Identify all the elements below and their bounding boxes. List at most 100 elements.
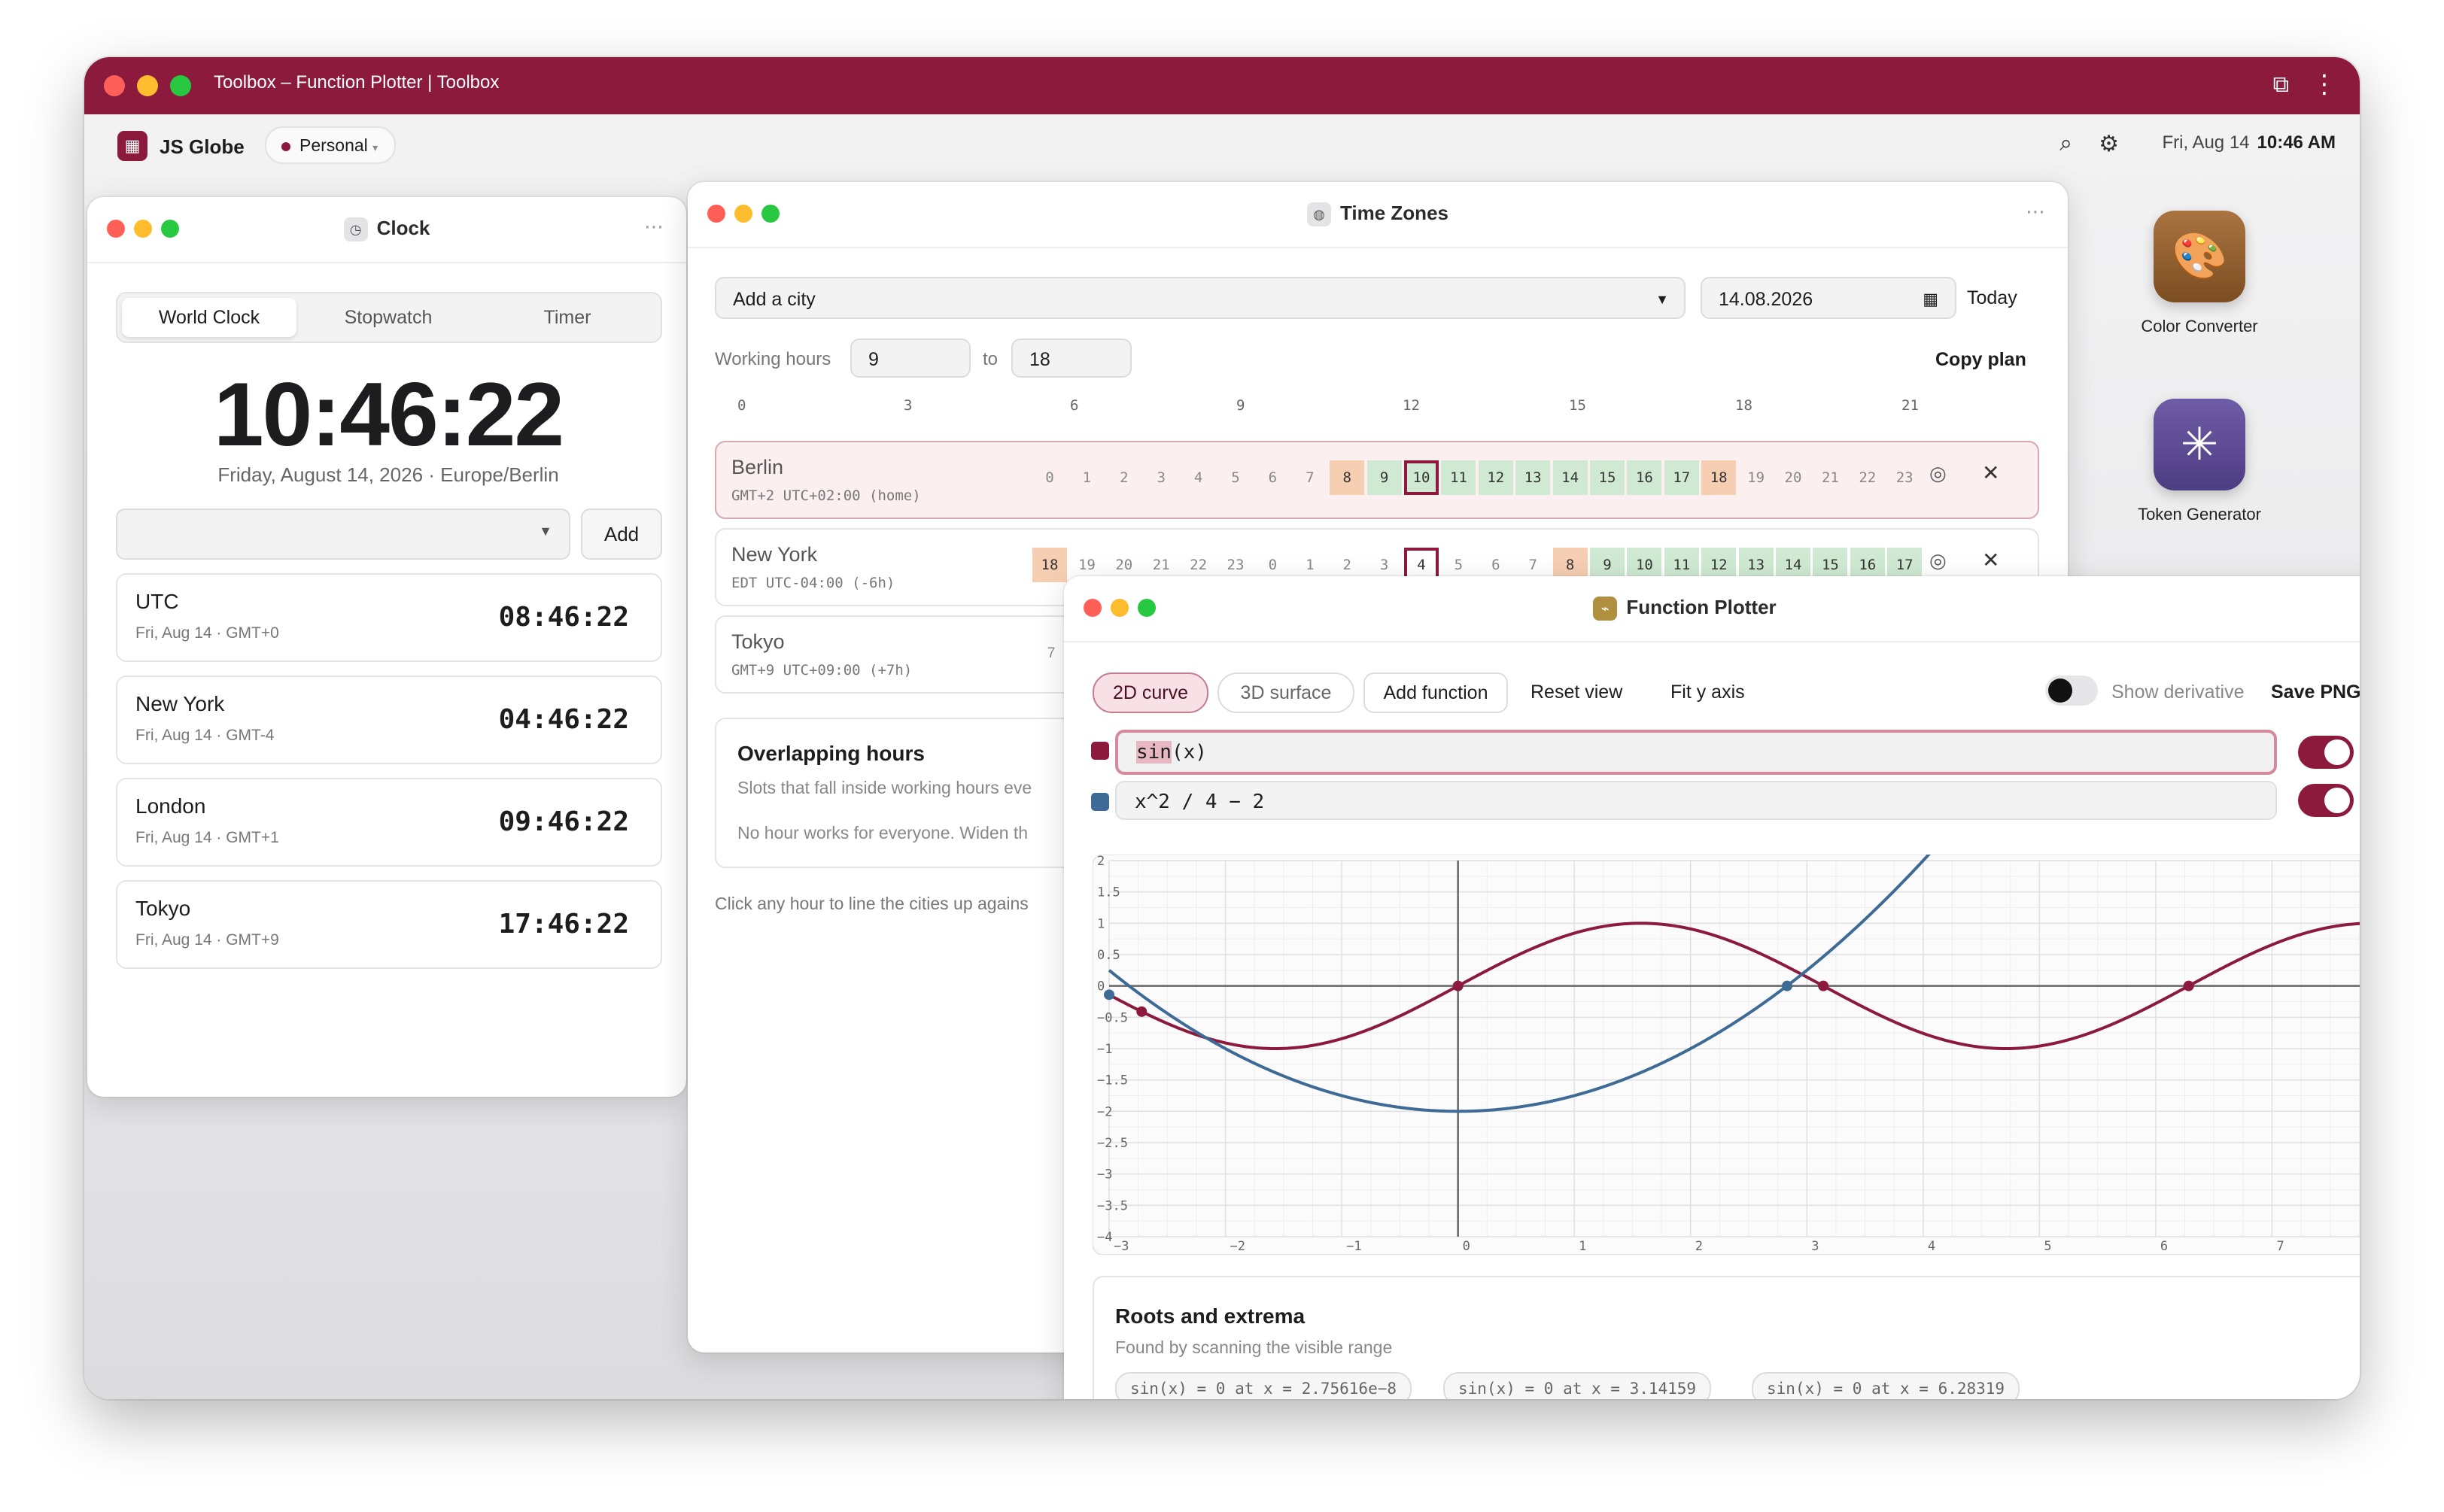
hour-cell[interactable]: 0 — [1032, 460, 1067, 495]
axis-tick-label: 21 — [1901, 397, 1919, 414]
save-png-button[interactable]: Save PNG — [2271, 682, 2360, 703]
panel-menu-icon[interactable]: ⋯ — [644, 215, 664, 238]
city-card[interactable]: London Fri, Aug 14 · GMT+1 09:46:22 — [116, 778, 662, 867]
desktop-icon-label[interactable]: Token Generator — [2124, 504, 2275, 525]
hour-cell[interactable]: 15 — [1590, 460, 1625, 495]
hour-cell[interactable]: 11 — [1441, 460, 1476, 495]
function-plotter-panel: ⌁ Function Plotter 2D curve 3D surface Ad… — [1064, 576, 2360, 1399]
clock-panel: ◷ Clock ⋯ World Clock Stopwatch Timer 10:… — [87, 197, 686, 1097]
more-menu-icon[interactable]: ⋮ — [2312, 69, 2337, 99]
hour-cell[interactable]: 13 — [1515, 460, 1551, 495]
city-card[interactable]: UTC Fri, Aug 14 · GMT+0 08:46:22 — [116, 573, 662, 662]
hour-cell[interactable]: 23 — [1887, 460, 1922, 495]
plot-point — [1452, 980, 1464, 991]
desktop-icon-label[interactable]: Color Converter — [2124, 316, 2275, 337]
maximize-window-button[interactable] — [170, 75, 191, 96]
hour-cell[interactable]: 9 — [1366, 460, 1402, 495]
city-select[interactable]: ▼ — [116, 509, 570, 560]
hour-cell[interactable]: 14 — [1552, 460, 1588, 495]
hour-cell[interactable]: 10 — [1404, 460, 1439, 495]
working-hours-to-input[interactable]: 18 — [1011, 339, 1132, 378]
app-grid-icon[interactable]: ▦ — [117, 131, 147, 161]
function-input[interactable]: x^2 / 4 − 2 — [1115, 781, 2277, 820]
panel-title: ⌁ Function Plotter — [1064, 596, 2306, 621]
globe-icon: ◍ — [1306, 202, 1331, 227]
hour-cell[interactable]: 2 — [1107, 460, 1141, 495]
palette-icon[interactable]: 🎨 — [2154, 211, 2245, 302]
working-hours-from-input[interactable]: 9 — [850, 339, 971, 378]
plot-point — [1782, 980, 1792, 991]
tab-timer[interactable]: Timer — [480, 298, 655, 337]
fit-y-button[interactable]: Fit y axis — [1670, 682, 1745, 703]
hour-cell[interactable]: 21 — [1813, 460, 1847, 495]
axis-tick-label: 15 — [1569, 397, 1586, 414]
root-chip[interactable]: sin(x) = 0 at x = 3.14159 — [1443, 1372, 1712, 1399]
today-button[interactable]: Today — [1967, 287, 2017, 309]
function-plot[interactable]: −3−2−101234567821.510.50−0.5−1−1.5−2−2.5… — [1093, 855, 2360, 1255]
hour-cell[interactable]: 17 — [1664, 460, 1699, 495]
plot-point — [1818, 980, 1829, 991]
reset-view-button[interactable]: Reset view — [1531, 682, 1622, 703]
root-chip[interactable]: sin(x) = 0 at x = 6.28319 — [1752, 1372, 2020, 1399]
search-icon[interactable]: ⌕ — [2059, 131, 2072, 156]
app-window: Toolbox – Function Plotter | Toolbox ⧉ ⋮… — [84, 57, 2360, 1399]
hour-cell[interactable]: 8 — [1330, 460, 1365, 495]
x-tick-label: −2 — [1230, 1239, 1245, 1254]
function-color-swatch[interactable] — [1091, 793, 1109, 811]
hour-cell[interactable]: 16 — [1627, 460, 1662, 495]
open-external-icon[interactable]: ⧉ — [2273, 72, 2289, 98]
x-tick-label: 0 — [1463, 1239, 1470, 1254]
profile-selector[interactable]: Personal ▾ — [265, 126, 397, 164]
hour-cell[interactable]: 22 — [1850, 460, 1885, 495]
copy-plan-button[interactable]: Copy plan — [1935, 349, 2026, 371]
y-tick-label: 0 — [1097, 979, 1105, 994]
derivative-toggle[interactable] — [2045, 676, 2098, 706]
target-icon[interactable]: ◎ — [1929, 549, 1947, 572]
target-icon[interactable]: ◎ — [1929, 462, 1947, 485]
timezone-row-berlin[interactable]: Berlin GMT+2 UTC+02:00 (home) 01234567891… — [715, 441, 2039, 519]
add-function-button[interactable]: Add function — [1363, 673, 1508, 713]
tab-world-clock[interactable]: World Clock — [122, 298, 296, 337]
hour-cell[interactable]: 20 — [1776, 460, 1810, 495]
panel-header: ⌁ Function Plotter — [1064, 576, 2360, 642]
x-tick-label: 3 — [1811, 1239, 1819, 1254]
mode-3d-button[interactable]: 3D surface — [1217, 673, 1354, 713]
add-city-select[interactable]: Add a city ▼ — [715, 277, 1686, 319]
hour-cell[interactable]: 4 — [1181, 460, 1216, 495]
hour-cell[interactable]: 5 — [1218, 460, 1253, 495]
gear-icon[interactable]: ⚙ — [2099, 131, 2119, 157]
city-card[interactable]: Tokyo Fri, Aug 14 · GMT+9 17:46:22 — [116, 880, 662, 969]
close-window-button[interactable] — [104, 75, 125, 96]
hour-cell[interactable]: 3 — [1144, 460, 1178, 495]
tab-stopwatch[interactable]: Stopwatch — [301, 298, 476, 337]
chevron-down-icon: ▼ — [1655, 292, 1669, 307]
date-input[interactable]: 14.08.2026 ▦ — [1701, 277, 1956, 319]
panel-menu-icon[interactable]: ⋯ — [2026, 200, 2045, 223]
function-enabled-toggle[interactable] — [2298, 736, 2354, 769]
asterisk-icon[interactable]: ✳ — [2154, 399, 2245, 490]
add-city-button[interactable]: Add — [581, 509, 662, 560]
hour-cell[interactable]: 6 — [1255, 460, 1290, 495]
city-card[interactable]: New York Fri, Aug 14 · GMT-4 04:46:22 — [116, 676, 662, 764]
function-input[interactable]: sin(x) — [1115, 730, 2277, 775]
x-tick-label: 6 — [2160, 1239, 2168, 1254]
minimize-window-button[interactable] — [137, 75, 158, 96]
root-chip[interactable]: sin(x) = 0 at x = 2.75616e−8 — [1115, 1372, 1412, 1399]
hour-cell[interactable]: 12 — [1478, 460, 1513, 495]
close-icon[interactable]: ✕ — [1982, 548, 1999, 572]
hour-cell[interactable]: 18 — [1701, 460, 1737, 495]
hour-cell[interactable]: 1 — [1069, 460, 1104, 495]
axis-tick-label: 0 — [737, 397, 746, 414]
hour-cell[interactable]: 18 — [1032, 548, 1067, 582]
function-enabled-toggle[interactable] — [2298, 784, 2354, 817]
mode-2d-button[interactable]: 2D curve — [1093, 673, 1208, 713]
close-icon[interactable]: ✕ — [1982, 460, 1999, 485]
title-bar: Toolbox – Function Plotter | Toolbox ⧉ ⋮ — [84, 57, 2360, 114]
clock-icon: ◷ — [343, 217, 368, 242]
hour-cell[interactable]: 19 — [1739, 460, 1774, 495]
calendar-icon[interactable]: ▦ — [1923, 278, 1938, 320]
function-color-swatch[interactable] — [1091, 742, 1109, 760]
hour-cell[interactable]: 7 — [1293, 460, 1327, 495]
date-text: Fri, Aug 14 — [2162, 132, 2250, 153]
profile-label: Personal — [299, 135, 368, 155]
